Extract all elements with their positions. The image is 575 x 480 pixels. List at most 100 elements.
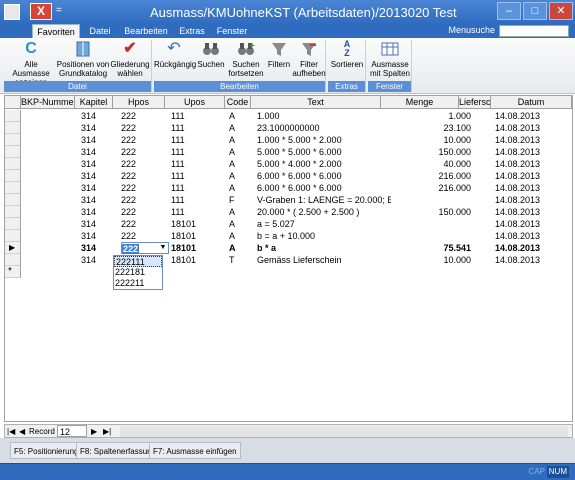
cell-text[interactable]: 20.000 * ( 2.500 + 2.500 )	[257, 206, 391, 218]
cell-menge[interactable]: 10.000	[391, 134, 471, 146]
cell-datum[interactable]: 14.08.2013	[495, 194, 565, 206]
cell-upos[interactable]: 111	[171, 194, 231, 206]
column-header-text[interactable]: Text	[251, 96, 381, 109]
cell-datum[interactable]: 14.08.2013	[495, 206, 565, 218]
cell-text[interactable]: Gemäss Lieferschein	[257, 254, 391, 266]
positionierung-button[interactable]: F5: Positionierung	[10, 442, 83, 459]
table-row[interactable]: 314 222 ▼ 18101 Ab * a 75.541 14.08.2013	[21, 242, 572, 254]
hpos-combo[interactable]: 222 ▼	[121, 242, 169, 254]
row-selector[interactable]: *	[5, 266, 21, 278]
cell-hpos[interactable]: 222 ▼	[121, 242, 169, 254]
cell-hpos[interactable]: 222	[121, 218, 161, 230]
cell-kapitel[interactable]: 314	[81, 122, 119, 134]
cell-upos[interactable]: 18101	[171, 254, 231, 266]
cell-kapitel[interactable]: 314	[81, 206, 119, 218]
cell-text[interactable]: 5.000 * 4.000 * 2.000	[257, 158, 391, 170]
quick-close-button[interactable]: X	[30, 3, 52, 20]
cell-kapitel[interactable]: 314	[81, 194, 119, 206]
column-header-menge[interactable]: Menge	[381, 96, 459, 109]
row-selector[interactable]	[5, 194, 21, 206]
tab-extras[interactable]: Extras	[174, 24, 210, 38]
gliederung-waehlen-button[interactable]: ✔ Gliederung wählen	[110, 40, 150, 78]
tab-favoriten[interactable]: Favoriten	[32, 24, 80, 38]
row-selector[interactable]	[5, 206, 21, 218]
cell-kapitel[interactable]: 314	[81, 182, 119, 194]
cell-code[interactable]: A	[229, 158, 253, 170]
cell-text[interactable]: b = a + 10.000	[257, 230, 391, 242]
sort-button[interactable]: AZ Sortieren	[328, 40, 366, 70]
cell-menge[interactable]: 1.000	[391, 110, 471, 122]
cell-code[interactable]: F	[229, 194, 253, 206]
chevron-down-icon[interactable]: ▼	[158, 243, 168, 253]
table-row[interactable]: 314 222 111 A 1.000 * 5.000 * 2.000 10.000 14.…	[21, 134, 572, 146]
row-selector[interactable]	[5, 134, 21, 146]
cell-kapitel[interactable]: 314	[81, 242, 119, 254]
cell-text[interactable]: 23.1000000000	[257, 122, 391, 134]
alle-ausmasse-anzeigen-button[interactable]: C Alle Ausmasse anzeigen	[6, 40, 56, 87]
cell-datum[interactable]: 14.08.2013	[495, 218, 565, 230]
cell-upos[interactable]: 111	[171, 206, 231, 218]
table-row[interactable]: 314 222 111 A 5.000 * 4.000 * 2.000 40.000 14.…	[21, 158, 572, 170]
cell-menge[interactable]: 40.000	[391, 158, 471, 170]
cell-menge[interactable]: 23.100	[391, 122, 471, 134]
table-row[interactable]: 314 222 111 A 1.000 1.000 14.08.2013	[21, 110, 572, 122]
column-header-lieferschein[interactable]: Liefersc	[459, 96, 491, 109]
tab-datei[interactable]: Datei	[82, 24, 118, 38]
filter-button[interactable]: Filtern	[264, 40, 294, 69]
cell-code[interactable]: A	[229, 146, 253, 158]
positionen-von-grundkatalog-button[interactable]: Positionen von Grundkatalog	[56, 40, 110, 78]
cell-upos[interactable]: 111	[171, 182, 231, 194]
minimize-icon[interactable]: –	[497, 2, 521, 20]
tab-bearbeiten[interactable]: Bearbeiten	[122, 24, 170, 38]
search-continue-button[interactable]: + Suchen fortsetzen	[226, 40, 266, 78]
cell-text[interactable]: 1.000	[257, 110, 391, 122]
dropdown-option[interactable]: 222181	[114, 267, 162, 278]
cell-code[interactable]: A	[229, 182, 253, 194]
cell-upos[interactable]: 18101	[171, 230, 231, 242]
column-header-upos[interactable]: Upos	[165, 96, 225, 109]
cell-code[interactable]: A	[229, 230, 253, 242]
cell-code[interactable]: T	[229, 254, 253, 266]
row-selector[interactable]: ▶	[5, 242, 21, 254]
cell-code[interactable]: A	[229, 206, 253, 218]
cell-datum[interactable]: 14.08.2013	[495, 122, 565, 134]
first-record-button[interactable]: |◀	[7, 426, 15, 437]
dropdown-option[interactable]: 222111	[114, 256, 162, 267]
row-selector[interactable]	[5, 170, 21, 182]
column-header-hpos[interactable]: Hpos	[113, 96, 165, 109]
cell-menge[interactable]	[391, 194, 471, 206]
cell-upos[interactable]: 18101	[171, 242, 231, 254]
app-icon[interactable]	[4, 4, 20, 20]
row-selector[interactable]	[5, 254, 21, 266]
cell-upos[interactable]: 111	[171, 110, 231, 122]
table-row[interactable]: 314 222 111 A 5.000 * 5.000 * 6.000 150.000 14…	[21, 146, 572, 158]
table-row[interactable]: 314 222 111 F V-Graben 1: LAENGE = 20.000; B…	[21, 194, 572, 206]
ausmasse-einfuegen-button[interactable]: F7: Ausmasse einfügen	[149, 442, 241, 459]
cell-hpos[interactable]: 222	[121, 182, 161, 194]
cell-code[interactable]: A	[229, 122, 253, 134]
cell-text[interactable]: a = 5.027	[257, 218, 391, 230]
cell-code[interactable]: A	[229, 170, 253, 182]
cell-upos[interactable]: 111	[171, 122, 231, 134]
cell-hpos[interactable]: 222	[121, 110, 161, 122]
record-number-input[interactable]: 12	[57, 425, 87, 437]
cell-datum[interactable]: 14.08.2013	[495, 158, 565, 170]
row-selector[interactable]	[5, 182, 21, 194]
cell-hpos[interactable]: 222	[121, 158, 161, 170]
last-record-button[interactable]: ▶|	[103, 426, 111, 437]
close-icon[interactable]: ✕	[549, 2, 573, 20]
table-row[interactable]: 314 222 111 A 23.1000000000 23.100 14.08.2013	[21, 122, 572, 134]
cell-hpos[interactable]: 222	[121, 230, 161, 242]
cell-code[interactable]: A	[229, 134, 253, 146]
prev-record-button[interactable]: ◀	[19, 426, 25, 437]
dropdown-option[interactable]: 222211	[114, 278, 162, 289]
column-header-bkp[interactable]: BKP-Nummer	[21, 96, 75, 109]
search-button[interactable]: Suchen	[194, 40, 228, 69]
cell-kapitel[interactable]: 314	[81, 146, 119, 158]
table-row[interactable]: 314 222 111 A 6.000 * 6.000 * 6.000 216.000 14…	[21, 182, 572, 194]
hpos-dropdown-list[interactable]: 222111 222181 222211	[113, 255, 163, 290]
cell-text[interactable]: V-Graben 1: LAENGE = 20.000; B	[257, 194, 391, 206]
cell-datum[interactable]: 14.08.2013	[495, 230, 565, 242]
horizontal-scrollbar[interactable]	[120, 426, 568, 437]
tab-fenster[interactable]: Fenster	[212, 24, 252, 38]
